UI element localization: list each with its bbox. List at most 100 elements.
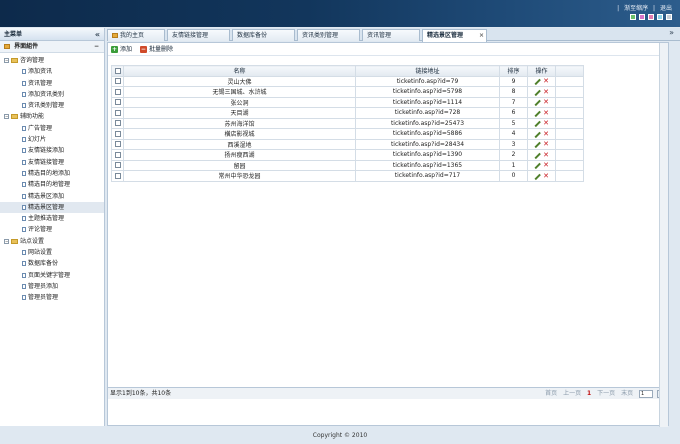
delete-icon[interactable]: ✕ <box>543 172 549 180</box>
column-header-sort[interactable]: 排序 <box>499 65 528 77</box>
theme-swatch[interactable] <box>639 14 645 20</box>
sidebar-item[interactable]: 精选景区添加 <box>0 191 104 202</box>
row-checkbox[interactable] <box>114 99 121 106</box>
sidebar-item[interactable]: 广告管理 <box>0 123 104 134</box>
table-row[interactable]: 留园 ticketinfo.asp?id=1365 1 ✕ <box>111 159 584 171</box>
sidebar-item[interactable]: 资讯管理 <box>0 78 104 89</box>
row-checkbox[interactable] <box>114 130 121 137</box>
sidebar-item[interactable]: 管理员管理 <box>0 292 104 303</box>
delete-icon[interactable]: ✕ <box>543 140 549 148</box>
table-row[interactable]: 横店影视城 ticketinfo.asp?id=5886 4 ✕ <box>111 128 584 140</box>
row-select-cell[interactable] <box>111 86 124 98</box>
edit-icon[interactable] <box>534 141 540 147</box>
sidebar-item[interactable]: 管理员添加 <box>0 281 104 292</box>
column-header-name[interactable]: 名称 <box>123 65 356 77</box>
row-select-cell[interactable] <box>111 138 124 150</box>
sidebar-item[interactable]: 友情链接添加 <box>0 145 104 156</box>
row-checkbox[interactable] <box>114 120 121 127</box>
expand-toggle-icon[interactable]: − <box>4 58 9 63</box>
sidebar-item[interactable]: 主题推选管理 <box>0 213 104 224</box>
tab-5[interactable]: 精选景区管理 × <box>422 29 487 42</box>
header-link-logout[interactable]: 退出 <box>660 5 672 12</box>
tab-close-icon[interactable]: × <box>479 30 484 41</box>
sidebar-item[interactable]: 幻灯片 <box>0 134 104 145</box>
row-checkbox[interactable] <box>114 141 121 148</box>
edit-icon[interactable] <box>534 78 540 84</box>
row-select-cell[interactable] <box>111 75 124 87</box>
tab-4[interactable]: 资讯管理 <box>362 29 420 41</box>
edit-icon[interactable] <box>534 152 540 158</box>
sidebar-section[interactable]: 界面組件 − <box>0 41 104 53</box>
expand-toggle-icon[interactable]: − <box>4 114 9 120</box>
sidebar-item[interactable]: 精选景区管理 <box>0 201 104 214</box>
next-page-link[interactable]: 下一页 <box>597 390 615 397</box>
sidebar-item[interactable]: 精选目的地管理 <box>0 179 104 190</box>
sidebar-item[interactable]: 数据库备份 <box>0 258 104 269</box>
row-select-cell[interactable] <box>111 96 124 108</box>
sidebar-item[interactable]: 网站设置 <box>0 247 104 258</box>
select-all-checkbox[interactable] <box>114 67 121 74</box>
row-checkbox[interactable] <box>114 109 121 116</box>
sidebar-item[interactable]: 页面关键字管理 <box>0 270 104 281</box>
row-checkbox[interactable] <box>114 172 121 179</box>
edit-icon[interactable] <box>534 131 540 137</box>
row-checkbox[interactable] <box>114 151 121 158</box>
batch-delete-button[interactable]: − 批量删除 <box>139 43 173 56</box>
sidebar-item[interactable]: 友情链接管理 <box>0 157 104 168</box>
table-row[interactable]: 无锡三国城、水浒城 ticketinfo.asp?id=5798 8 ✕ <box>111 86 584 98</box>
column-header-url[interactable]: 链接地址 <box>355 65 500 77</box>
theme-swatch[interactable] <box>648 14 654 20</box>
add-button[interactable]: + 添加 <box>111 43 132 56</box>
edit-icon[interactable] <box>534 99 540 105</box>
row-select-cell[interactable] <box>111 128 124 140</box>
edit-icon[interactable] <box>534 110 540 116</box>
collapse-sidebar-icon[interactable]: « <box>95 28 100 41</box>
table-row[interactable]: 扬州瘦西湖 ticketinfo.asp?id=1390 2 ✕ <box>111 149 584 161</box>
edit-icon[interactable] <box>534 173 540 179</box>
table-row[interactable]: 天目湖 ticketinfo.asp?id=728 6 ✕ <box>111 107 584 119</box>
page-number-input[interactable]: 1 <box>639 389 653 398</box>
theme-swatch[interactable] <box>657 14 663 20</box>
last-page-link[interactable]: 末页 <box>621 390 633 397</box>
theme-swatch[interactable] <box>666 14 672 20</box>
delete-icon[interactable]: ✕ <box>543 151 549 159</box>
row-checkbox[interactable] <box>114 78 121 85</box>
row-select-cell[interactable] <box>111 170 124 182</box>
tab-2[interactable]: 数据库备份 <box>232 29 295 41</box>
first-page-link[interactable]: 首页 <box>545 390 557 397</box>
prev-page-link[interactable]: 上一页 <box>563 390 581 397</box>
delete-icon[interactable]: ✕ <box>543 161 549 169</box>
edit-icon[interactable] <box>534 162 540 168</box>
delete-icon[interactable]: ✕ <box>543 119 549 127</box>
table-row[interactable]: 西溪湿地 ticketinfo.asp?id=28434 3 ✕ <box>111 138 584 150</box>
tab-scroll-icon[interactable]: » <box>669 28 674 37</box>
table-row[interactable]: 张公洞 ticketinfo.asp?id=1114 7 ✕ <box>111 96 584 108</box>
table-row[interactable]: 常州中华恐龙园 ticketinfo.asp?id=717 0 ✕ <box>111 170 584 182</box>
delete-icon[interactable]: ✕ <box>543 88 549 96</box>
delete-icon[interactable]: ✕ <box>543 130 549 138</box>
tab-3[interactable]: 资讯类别管理 <box>297 29 360 41</box>
row-checkbox[interactable] <box>114 88 121 95</box>
delete-icon[interactable]: ✕ <box>543 109 549 117</box>
sidebar-item[interactable]: 添加资讯类别 <box>0 89 104 100</box>
row-select-cell[interactable] <box>111 117 124 129</box>
delete-icon[interactable]: ✕ <box>543 98 549 106</box>
sidebar-group[interactable]: − 站点设置 <box>0 236 104 247</box>
theme-swatch[interactable] <box>630 14 636 20</box>
row-select-cell[interactable] <box>111 149 124 161</box>
row-checkbox[interactable] <box>114 162 121 169</box>
delete-icon[interactable]: ✕ <box>543 77 549 85</box>
sidebar-item[interactable]: 添加资讯 <box>0 66 104 77</box>
sidebar-item[interactable]: 精选目的地添加 <box>0 168 104 179</box>
tab-1[interactable]: 友情链接管理 <box>167 29 230 41</box>
row-select-cell[interactable] <box>111 159 124 171</box>
table-row[interactable]: 苏州海洋馆 ticketinfo.asp?id=25473 5 ✕ <box>111 117 584 129</box>
expand-toggle-icon[interactable]: − <box>4 238 9 244</box>
section-toggle-icon[interactable]: − <box>94 41 99 53</box>
content-scrollbar[interactable] <box>659 43 668 427</box>
sidebar-group[interactable]: − 辅助功能 <box>0 111 104 122</box>
table-row[interactable]: 灵山大佛 ticketinfo.asp?id=79 9 ✕ <box>111 75 584 87</box>
edit-icon[interactable] <box>534 89 540 95</box>
tab-0[interactable]: 我的主页 <box>107 29 165 41</box>
sidebar-group[interactable]: − 咨询管理 <box>0 55 104 66</box>
